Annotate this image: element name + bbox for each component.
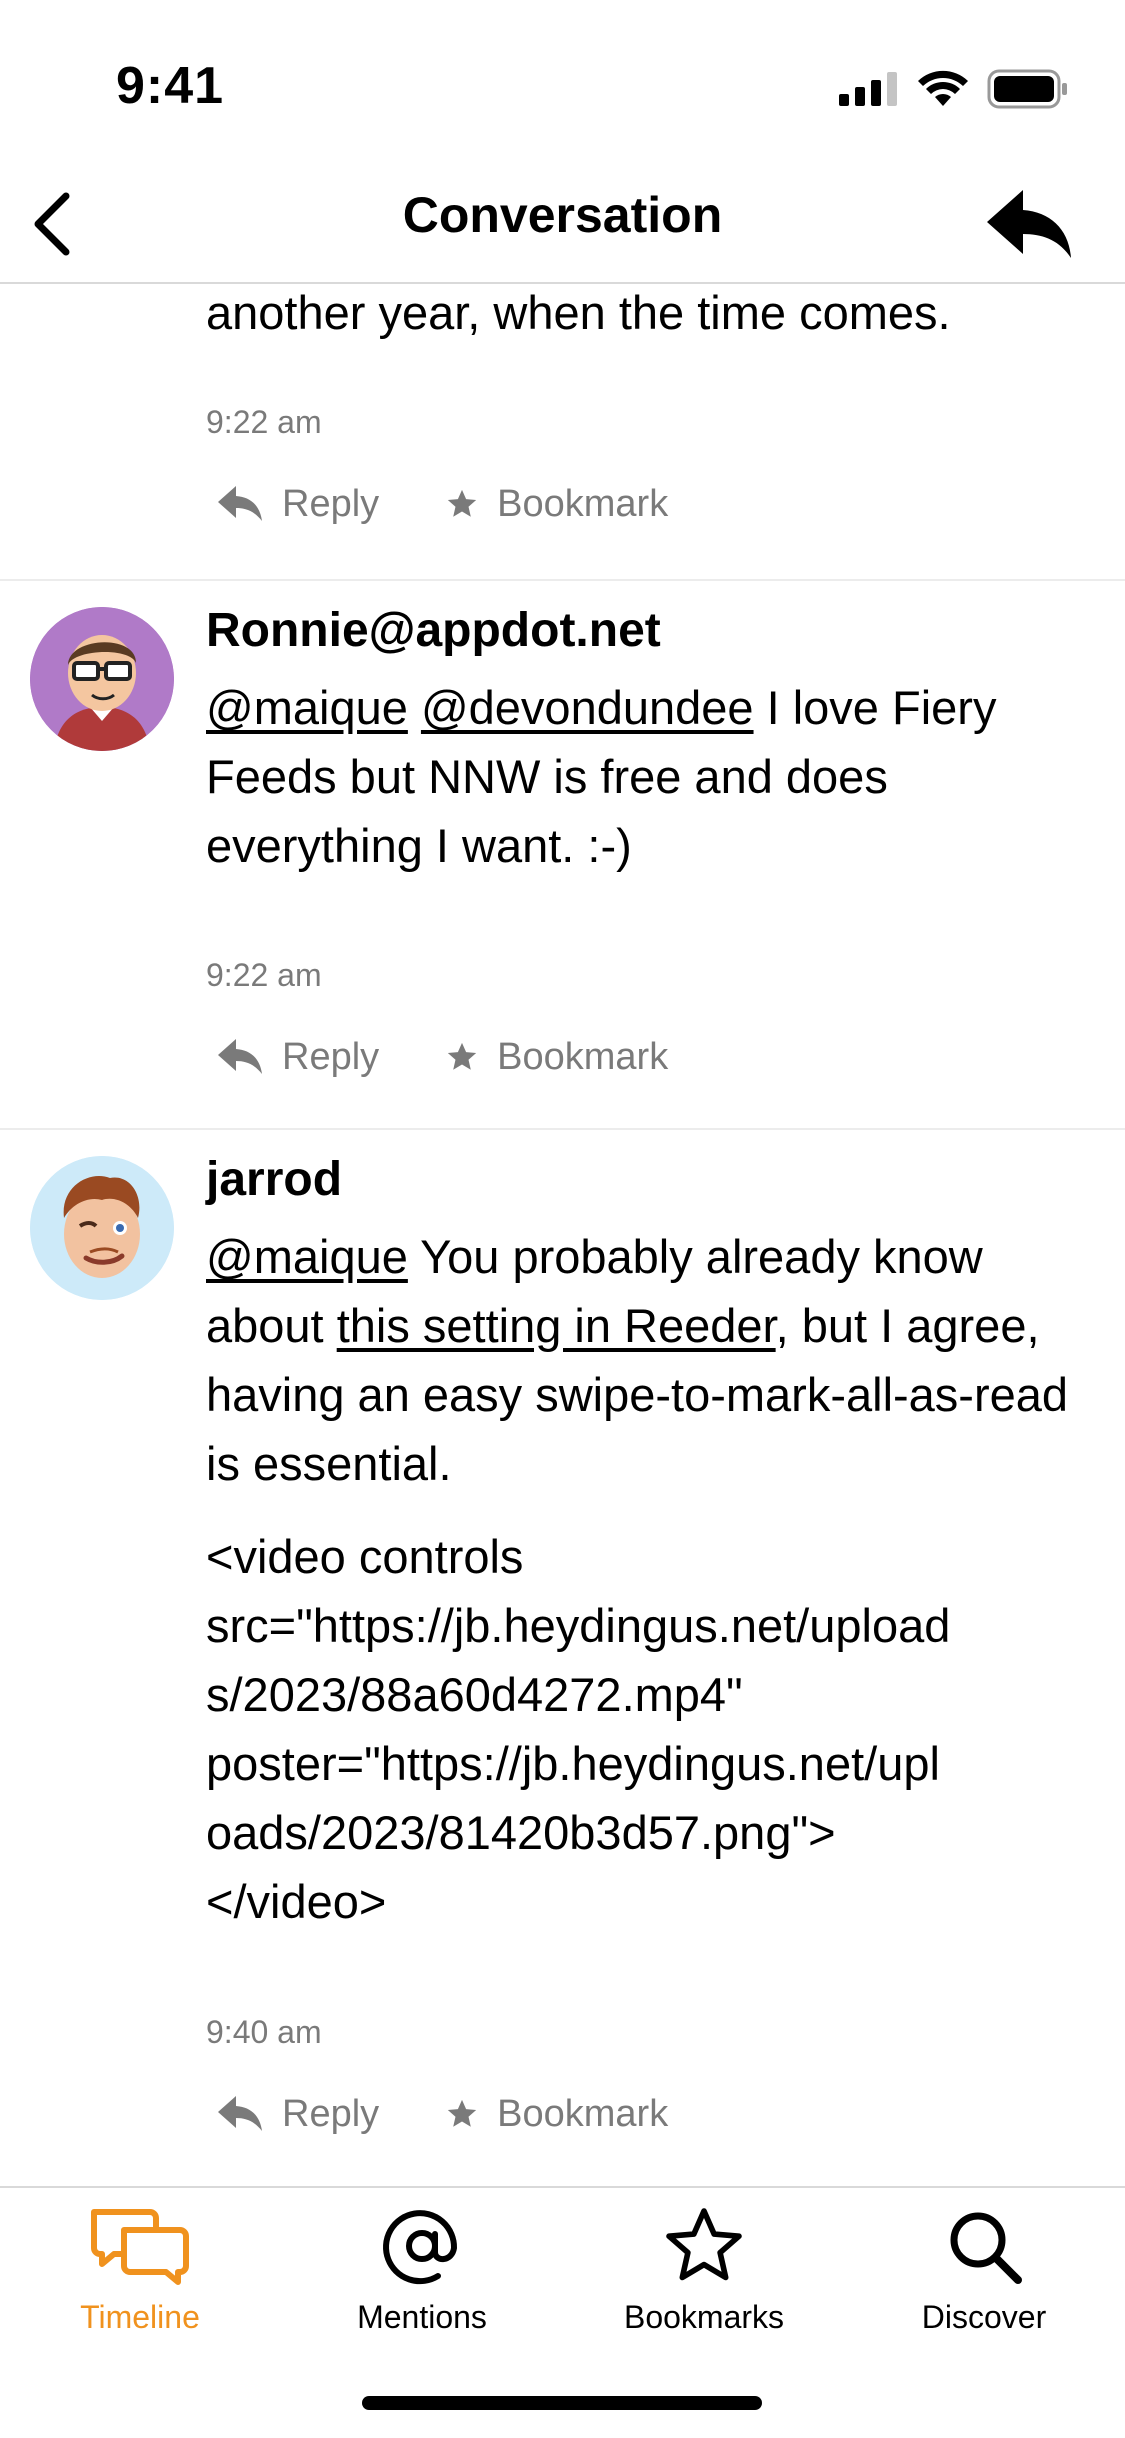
- bookmark-action[interactable]: Bookmark: [445, 483, 668, 526]
- star-icon: [447, 2099, 477, 2127]
- bookmark-label: Bookmark: [497, 1035, 669, 1078]
- tab-discover[interactable]: Discover: [864, 2204, 1104, 2336]
- conversation-list[interactable]: another year, when the time comes. 9:22 …: [0, 284, 1125, 2184]
- post-raw-html: <video controls src="https://jb.heydingu…: [206, 1522, 1086, 1936]
- post-text: @maique You probably already know about …: [206, 1222, 1086, 1498]
- at-icon: [383, 2210, 458, 2285]
- mention-link[interactable]: @maique: [206, 681, 408, 734]
- avatar-memoji-winking: [30, 1156, 174, 1300]
- reply-action[interactable]: Reply: [216, 2093, 379, 2136]
- reply-label: Reply: [282, 482, 380, 525]
- avatar[interactable]: [30, 1156, 174, 1300]
- raw-html-line: poster="https://jb.heydingus.net/upl: [206, 1737, 940, 1790]
- divider: [0, 579, 1125, 581]
- reeder-setting-link[interactable]: this setting in Reeder: [337, 1299, 776, 1352]
- raw-html-line: src="https://jb.heydingus.net/upload: [206, 1599, 951, 1652]
- post-actions: Reply Bookmark: [216, 1027, 734, 1087]
- tab-label: Bookmarks: [623, 2299, 785, 2335]
- post-text: another year, when the time comes.: [206, 286, 951, 339]
- star-icon: [447, 489, 477, 517]
- reply-button[interactable]: [985, 184, 1075, 264]
- bookmark-label: Bookmark: [497, 482, 669, 525]
- navigation-bar: Conversation: [0, 170, 1125, 284]
- raw-html-line: <video controls: [206, 1530, 524, 1583]
- battery-icon: [987, 69, 1067, 109]
- bookmark-action[interactable]: Bookmark: [445, 1036, 668, 1079]
- reply-icon: [218, 2096, 262, 2131]
- post-text: @maique @devondundee I love Fiery Feeds …: [206, 673, 1086, 880]
- tab-label: Timeline: [80, 2299, 200, 2335]
- reply-icon: [218, 486, 262, 521]
- page-title: Conversation: [402, 187, 723, 243]
- mention-link[interactable]: @maique: [206, 1230, 408, 1283]
- mention-link[interactable]: @devondundee: [421, 681, 754, 734]
- reply-icon: [218, 1039, 262, 1074]
- tab-label: Discover: [921, 2299, 1047, 2335]
- status-time: 9:41: [116, 57, 225, 115]
- post-username[interactable]: jarrod: [206, 1150, 1086, 1210]
- reply-label: Reply: [282, 2092, 380, 2135]
- tab-timeline[interactable]: Timeline: [20, 2204, 260, 2336]
- raw-html-line: s/2023/88a60d4272.mp4": [206, 1668, 743, 1721]
- search-icon: [950, 2212, 1022, 2284]
- wifi-icon: [918, 70, 968, 106]
- post-actions: Reply Bookmark: [216, 474, 734, 534]
- tab-mentions[interactable]: Mentions: [302, 2204, 542, 2336]
- status-bar: 9:41: [0, 0, 1125, 170]
- reply-icon: [987, 190, 1071, 258]
- star-icon: [666, 2208, 742, 2281]
- post-timestamp: 9:22 am: [206, 957, 322, 993]
- timeline-icon: [91, 2209, 189, 2285]
- post-actions: Reply Bookmark: [216, 2084, 734, 2144]
- post-body: Ronnie@appdot.net @maique @devondundee I…: [206, 601, 1086, 880]
- avatar[interactable]: [30, 607, 174, 751]
- post-timestamp: 9:22 am: [206, 404, 322, 440]
- status-icons: [839, 64, 1069, 114]
- bookmark-action[interactable]: Bookmark: [445, 2093, 668, 2136]
- bookmark-label: Bookmark: [497, 2092, 669, 2135]
- avatar-cartoon-man: [30, 607, 174, 751]
- tab-label: Mentions: [357, 2299, 487, 2335]
- home-indicator[interactable]: [362, 2396, 762, 2410]
- reply-action[interactable]: Reply: [216, 483, 379, 526]
- reply-label: Reply: [282, 1035, 380, 1078]
- star-icon: [447, 1042, 477, 1070]
- tab-bookmarks[interactable]: Bookmarks: [584, 2204, 824, 2336]
- raw-html-line: </video>: [206, 1875, 387, 1928]
- reply-action[interactable]: Reply: [216, 1036, 379, 1079]
- post-body: jarrod @maique You probably already know…: [206, 1150, 1086, 1936]
- raw-html-line: oads/2023/81420b3d57.png">: [206, 1806, 836, 1859]
- divider: [0, 1128, 1125, 1130]
- post-username[interactable]: Ronnie@appdot.net: [206, 601, 1086, 661]
- cellular-signal-icon: [839, 72, 897, 106]
- post-timestamp: 9:40 am: [206, 2014, 322, 2050]
- post-body: another year, when the time comes.: [206, 284, 1086, 347]
